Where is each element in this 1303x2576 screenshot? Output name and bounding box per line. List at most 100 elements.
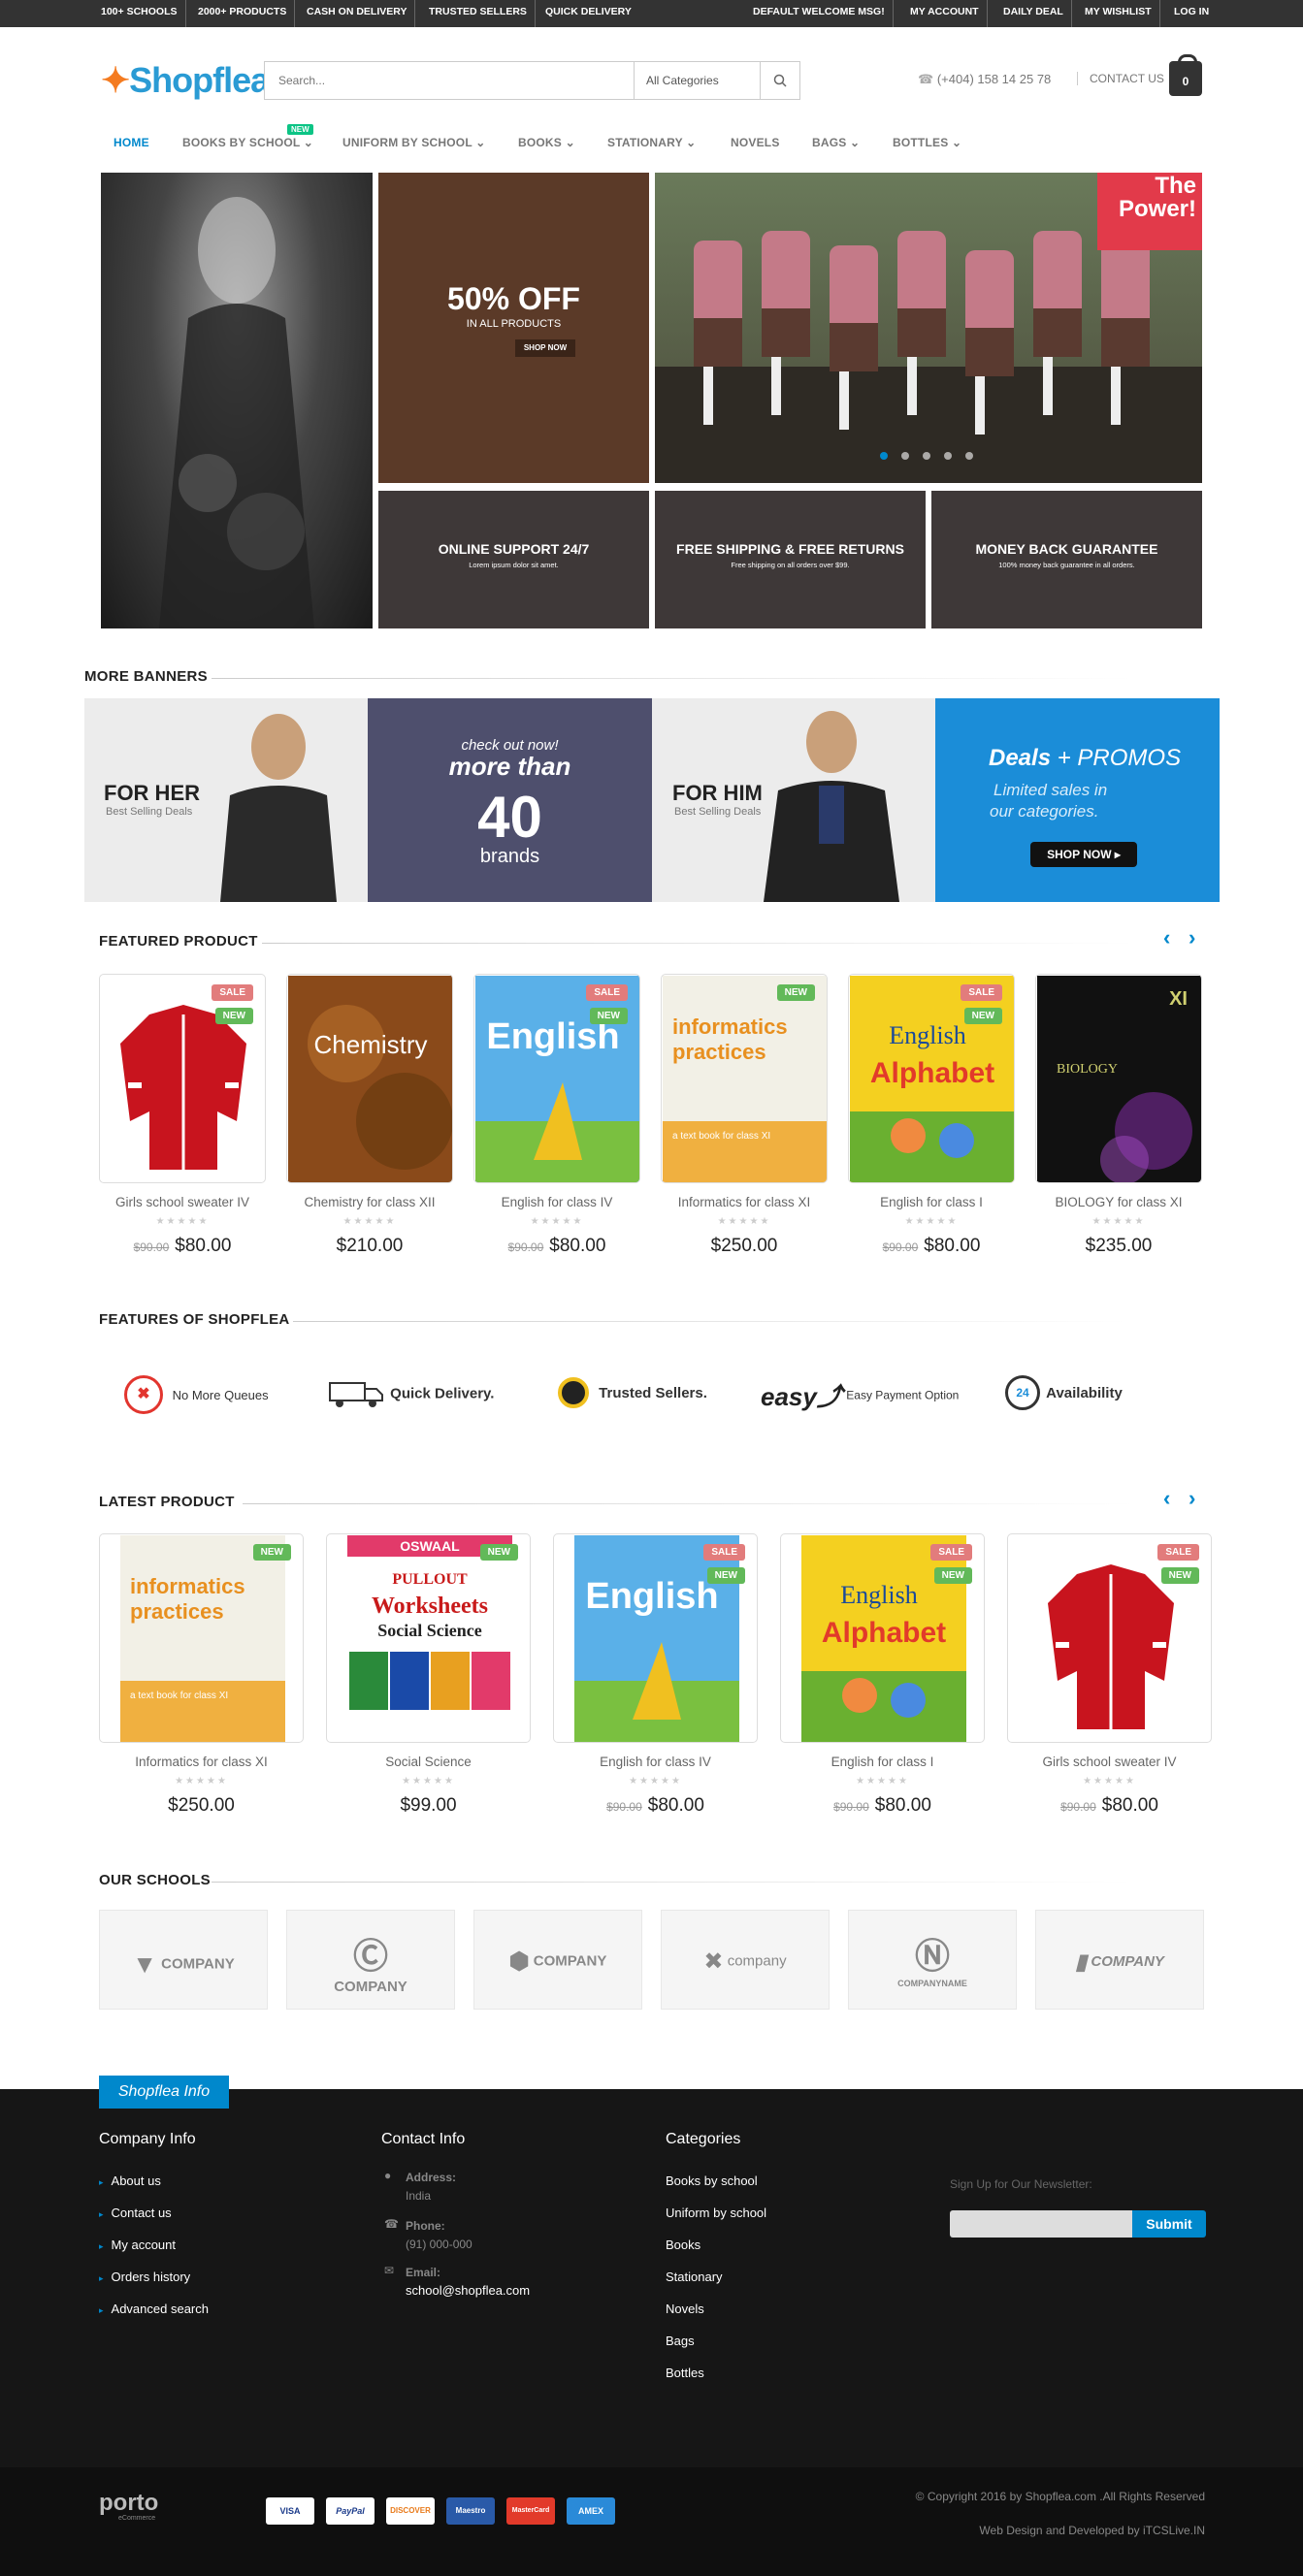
- footer-link[interactable]: Books: [666, 2238, 700, 2252]
- product-name[interactable]: Girls school sweater IV: [99, 1195, 266, 1209]
- featured-next-arrow[interactable]: ›: [1189, 925, 1195, 950]
- footer-link-label: Bottles: [666, 2366, 704, 2380]
- product-price-row: $99.00: [326, 1795, 531, 1817]
- old-price: $90.00: [882, 1240, 919, 1254]
- slider-dot[interactable]: [944, 452, 952, 460]
- footer-link[interactable]: ▸ Contact us: [99, 2206, 172, 2220]
- deals-shop-now-button[interactable]: SHOP NOW ▸: [1030, 842, 1137, 867]
- product-image[interactable]: informatics practices a text book for clas…: [99, 1533, 304, 1743]
- footer-link-label: Contact us: [111, 2206, 172, 2220]
- footer-link[interactable]: Novels: [666, 2302, 704, 2316]
- promo-banner[interactable]: 50% OFF IN ALL PRODUCTS SHOP NOW: [378, 173, 649, 483]
- search-input[interactable]: [265, 62, 635, 99]
- product-price-row: $90.00 $80.00: [99, 1236, 266, 1257]
- school-logo[interactable]: ⬢ COMPANY: [473, 1910, 642, 2010]
- footer-link[interactable]: ▸ My account: [99, 2238, 176, 2252]
- product-name[interactable]: Social Science: [326, 1755, 531, 1769]
- footer-link[interactable]: Books by school: [666, 2174, 758, 2188]
- nav-books[interactable]: BOOKS ⌄: [518, 136, 575, 149]
- footer-link[interactable]: Bottles: [666, 2366, 704, 2380]
- nav-uniform-by-school[interactable]: UNIFORM BY SCHOOL ⌄: [342, 136, 485, 149]
- product-price: $80.00: [549, 1236, 606, 1256]
- newsletter-submit-button[interactable]: Submit: [1132, 2210, 1206, 2238]
- for-him-banner[interactable]: FOR HIM Best Selling Deals: [652, 698, 935, 902]
- school-logo[interactable]: ✖ company: [661, 1910, 830, 2010]
- cart-button[interactable]: 0: [1169, 54, 1202, 96]
- product-image[interactable]: SALE NEW: [1007, 1533, 1212, 1743]
- footer-link-label: Books by school: [666, 2174, 758, 2188]
- product-cover: informatics practices a text book for clas…: [663, 976, 827, 1182]
- login-link[interactable]: LOG IN: [1166, 0, 1217, 27]
- contact-us-link[interactable]: CONTACT US: [1077, 72, 1164, 85]
- slider-dot-active[interactable]: [880, 452, 888, 460]
- promo-shop-now-button[interactable]: SHOP NOW: [515, 339, 575, 357]
- footer-link[interactable]: ▸ Orders history: [99, 2270, 190, 2284]
- latest-next-arrow[interactable]: ›: [1189, 1486, 1195, 1511]
- product-image[interactable]: English Alphabet SALE NEW: [780, 1533, 985, 1743]
- section-divider: [212, 678, 1133, 679]
- product-image[interactable]: SALE NEW: [99, 974, 266, 1183]
- category-select[interactable]: All Categories: [635, 62, 761, 99]
- newsletter-email-input[interactable]: [950, 2210, 1132, 2238]
- product-name[interactable]: Informatics for class XI: [99, 1755, 304, 1769]
- school-logo[interactable]: Ⓒ COMPANY: [286, 1910, 455, 2010]
- school-logo[interactable]: ▼ COMPANY: [99, 1910, 268, 2010]
- sale-badge: SALE: [930, 1544, 972, 1561]
- nav-novels[interactable]: NOVELS: [731, 136, 780, 149]
- product-name[interactable]: English for class IV: [473, 1195, 640, 1209]
- product-name[interactable]: Informatics for class XI: [661, 1195, 828, 1209]
- school-logo[interactable]: Ⓝ COMPANYNAME: [848, 1910, 1017, 2010]
- footer-link[interactable]: Stationary: [666, 2270, 723, 2284]
- deals-banner[interactable]: Deals + PROMOS Limited sales in our cate…: [935, 698, 1220, 902]
- school-logo-text: COMPANY: [161, 1955, 235, 1973]
- nav-bottles[interactable]: BOTTLES ⌄: [893, 136, 961, 149]
- email-link[interactable]: school@shopflea.com: [406, 2283, 530, 2298]
- easy-pay-icon: easy⤴: [761, 1382, 842, 1411]
- latest-prev-arrow[interactable]: ‹: [1163, 1486, 1170, 1511]
- product-image[interactable]: Chemistry: [286, 974, 453, 1183]
- svg-text:Alphabet: Alphabet: [870, 1057, 994, 1089]
- product-image[interactable]: English SALE NEW: [553, 1533, 758, 1743]
- search-button[interactable]: [761, 62, 799, 99]
- my-wishlist-link[interactable]: MY WISHLIST: [1077, 0, 1160, 27]
- product-name[interactable]: English for class I: [780, 1755, 985, 1769]
- footer-link[interactable]: ▸ About us: [99, 2174, 161, 2188]
- daily-deal-link[interactable]: DAILY DEAL: [995, 0, 1072, 27]
- product-name[interactable]: BIOLOGY for class XI: [1035, 1195, 1202, 1209]
- slider-dot[interactable]: [965, 452, 973, 460]
- product-name[interactable]: English for class IV: [553, 1755, 758, 1769]
- footer-link[interactable]: Bags: [666, 2334, 695, 2348]
- nav-home[interactable]: HOME: [114, 136, 149, 149]
- slider-dots: [880, 452, 977, 462]
- brands-banner[interactable]: check out now! more than 40 brands: [368, 698, 652, 902]
- old-price: $90.00: [833, 1800, 869, 1814]
- nav-new-badge: NEW: [287, 124, 313, 135]
- product-image[interactable]: English SALE NEW: [473, 974, 640, 1183]
- nav-bags[interactable]: BAGS ⌄: [812, 136, 860, 149]
- slider-dot[interactable]: [923, 452, 930, 460]
- product-name[interactable]: English for class I: [848, 1195, 1015, 1209]
- feature-shipping-sub: Free shipping on all orders over $99.: [731, 561, 850, 569]
- product-image[interactable]: English Alphabet SALE NEW: [848, 974, 1015, 1183]
- slider-dot[interactable]: [901, 452, 909, 460]
- product-name[interactable]: Girls school sweater IV: [1007, 1755, 1212, 1769]
- for-her-banner[interactable]: FOR HER Best Selling Deals: [84, 698, 368, 902]
- hero-slider[interactable]: The Power!: [655, 173, 1202, 483]
- nav-stationary[interactable]: STATIONARY ⌄: [607, 136, 696, 149]
- my-account-link[interactable]: MY ACCOUNT: [902, 0, 988, 27]
- product-image[interactable]: informatics practices a text book for clas…: [661, 974, 828, 1183]
- nav-books-by-school[interactable]: BOOKS BY SCHOOL ⌄: [182, 136, 313, 149]
- sale-badge: SALE: [212, 984, 253, 1001]
- footer-link[interactable]: ▸ Advanced search: [99, 2302, 209, 2316]
- product-image[interactable]: OSWAAL PULLOUT Worksheets Social Science NEW: [326, 1533, 531, 1743]
- product-image[interactable]: XI BIOLOGY: [1035, 974, 1202, 1183]
- school-g-icon: ⬢: [508, 1948, 530, 1975]
- featured-prev-arrow[interactable]: ‹: [1163, 925, 1170, 950]
- site-logo[interactable]: ✦Shopflea: [101, 60, 270, 101]
- product-price-row: $250.00: [99, 1795, 304, 1817]
- product-name[interactable]: Chemistry for class XII: [286, 1195, 453, 1209]
- school-logo[interactable]: ▮ COMPANY: [1035, 1910, 1204, 2010]
- latest-heading: LATEST PRODUCT: [99, 1494, 235, 1510]
- footer-link[interactable]: Uniform by school: [666, 2206, 766, 2220]
- hero-fashion-image[interactable]: [101, 173, 373, 628]
